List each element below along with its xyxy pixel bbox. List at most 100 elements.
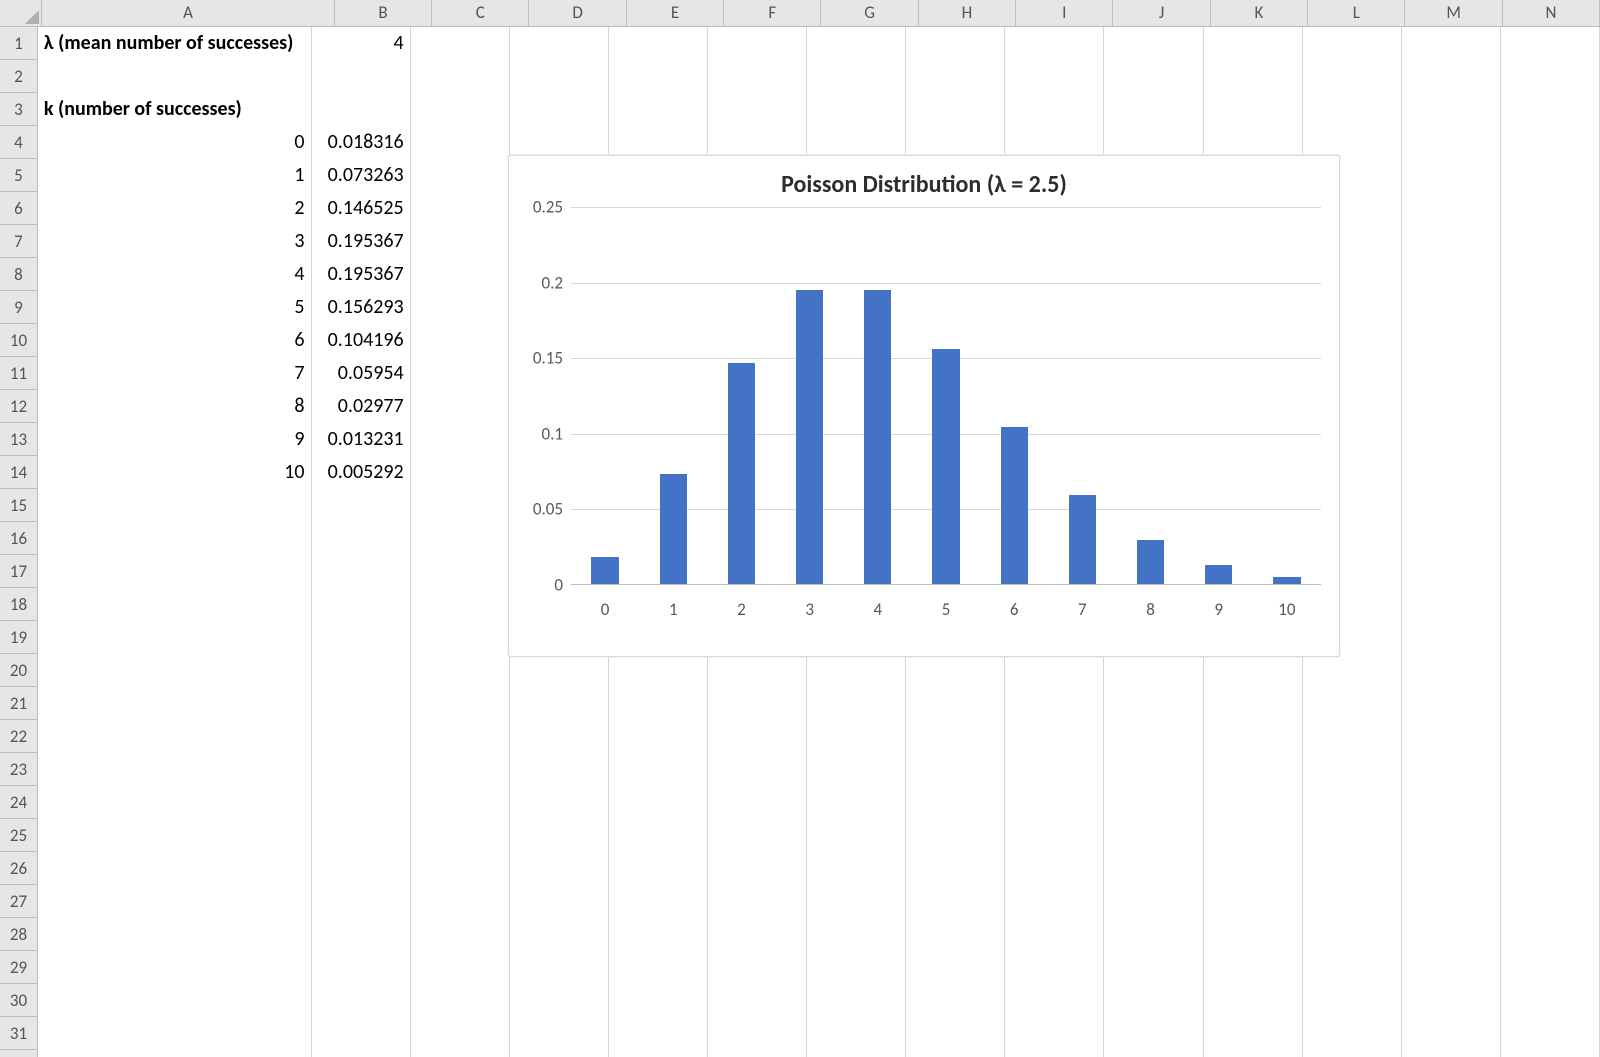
cell-A7[interactable]: 3 [38,225,312,259]
cell-N14[interactable] [1501,456,1600,490]
cell-D27[interactable] [510,885,609,919]
row-header-10[interactable]: 10 [0,324,38,357]
cell-M32[interactable] [1402,1050,1501,1057]
row-header-14[interactable]: 14 [0,456,38,489]
cell-A10[interactable]: 6 [38,324,312,358]
cell-B30[interactable] [312,984,411,1018]
cell-B19[interactable] [312,621,411,655]
cell-A11[interactable]: 7 [38,357,312,391]
row-header-31[interactable]: 31 [0,1017,38,1050]
column-header-I[interactable]: I [1016,0,1113,26]
cell-B2[interactable] [312,60,411,94]
cell-I2[interactable] [1005,60,1104,94]
cell-A16[interactable] [38,522,312,556]
cell-E21[interactable] [609,687,708,721]
cell-L26[interactable] [1303,852,1402,886]
cell-J21[interactable] [1104,687,1203,721]
row-header-25[interactable]: 25 [0,819,38,852]
cell-B31[interactable] [312,1017,411,1051]
cell-B32[interactable] [312,1050,411,1057]
row-header-15[interactable]: 15 [0,489,38,522]
column-header-K[interactable]: K [1211,0,1308,26]
cell-N3[interactable] [1501,93,1600,127]
column-header-M[interactable]: M [1405,0,1502,26]
cell-D28[interactable] [510,918,609,952]
cell-N23[interactable] [1501,753,1600,787]
cell-M23[interactable] [1402,753,1501,787]
cell-M9[interactable] [1402,291,1501,325]
cell-E2[interactable] [609,60,708,94]
cell-K28[interactable] [1204,918,1303,952]
row-header-23[interactable]: 23 [0,753,38,786]
column-header-A[interactable]: A [42,0,335,26]
cell-G2[interactable] [807,60,906,94]
cell-B11[interactable]: 0.05954 [312,357,411,391]
cell-N30[interactable] [1501,984,1600,1018]
cell-M28[interactable] [1402,918,1501,952]
cell-A27[interactable] [38,885,312,919]
cell-B17[interactable] [312,555,411,589]
cell-M4[interactable] [1402,126,1501,160]
cell-N10[interactable] [1501,324,1600,358]
cell-E1[interactable] [609,27,708,61]
row-header-28[interactable]: 28 [0,918,38,951]
cell-J32[interactable] [1104,1050,1203,1057]
cell-B21[interactable] [312,687,411,721]
row-header-11[interactable]: 11 [0,357,38,390]
cell-N28[interactable] [1501,918,1600,952]
cell-G21[interactable] [807,687,906,721]
cell-N19[interactable] [1501,621,1600,655]
cell-A21[interactable] [38,687,312,721]
cell-I25[interactable] [1005,819,1104,853]
cell-I20[interactable] [1005,654,1104,688]
cell-C31[interactable] [411,1017,510,1051]
row-header-5[interactable]: 5 [0,159,38,192]
cell-J31[interactable] [1104,1017,1203,1051]
cell-E3[interactable] [609,93,708,127]
cell-N20[interactable] [1501,654,1600,688]
row-header-6[interactable]: 6 [0,192,38,225]
cell-K23[interactable] [1204,753,1303,787]
cell-L27[interactable] [1303,885,1402,919]
cell-B24[interactable] [312,786,411,820]
cell-G25[interactable] [807,819,906,853]
cell-K29[interactable] [1204,951,1303,985]
cell-N6[interactable] [1501,192,1600,226]
cell-I23[interactable] [1005,753,1104,787]
column-header-L[interactable]: L [1308,0,1405,26]
row-header-7[interactable]: 7 [0,225,38,258]
cell-N1[interactable] [1501,27,1600,61]
cell-N9[interactable] [1501,291,1600,325]
cell-H23[interactable] [906,753,1005,787]
cell-E30[interactable] [609,984,708,1018]
cell-C12[interactable] [411,390,510,424]
cell-L31[interactable] [1303,1017,1402,1051]
cell-K26[interactable] [1204,852,1303,886]
cell-F23[interactable] [708,753,807,787]
cell-B13[interactable]: 0.013231 [312,423,411,457]
cell-K21[interactable] [1204,687,1303,721]
row-header-27[interactable]: 27 [0,885,38,918]
cell-G23[interactable] [807,753,906,787]
cell-M7[interactable] [1402,225,1501,259]
cell-D3[interactable] [510,93,609,127]
cell-C17[interactable] [411,555,510,589]
row-header-30[interactable]: 30 [0,984,38,1017]
cell-D22[interactable] [510,720,609,754]
cell-C13[interactable] [411,423,510,457]
cell-M18[interactable] [1402,588,1501,622]
cell-D20[interactable] [510,654,609,688]
cell-N22[interactable] [1501,720,1600,754]
cell-C25[interactable] [411,819,510,853]
cell-N31[interactable] [1501,1017,1600,1051]
cell-B23[interactable] [312,753,411,787]
row-header-32[interactable]: 32 [0,1050,38,1057]
cell-J29[interactable] [1104,951,1203,985]
cell-H30[interactable] [906,984,1005,1018]
cell-L2[interactable] [1303,60,1402,94]
cell-H22[interactable] [906,720,1005,754]
cell-N32[interactable] [1501,1050,1600,1057]
cell-H21[interactable] [906,687,1005,721]
cell-B20[interactable] [312,654,411,688]
cell-J3[interactable] [1104,93,1203,127]
